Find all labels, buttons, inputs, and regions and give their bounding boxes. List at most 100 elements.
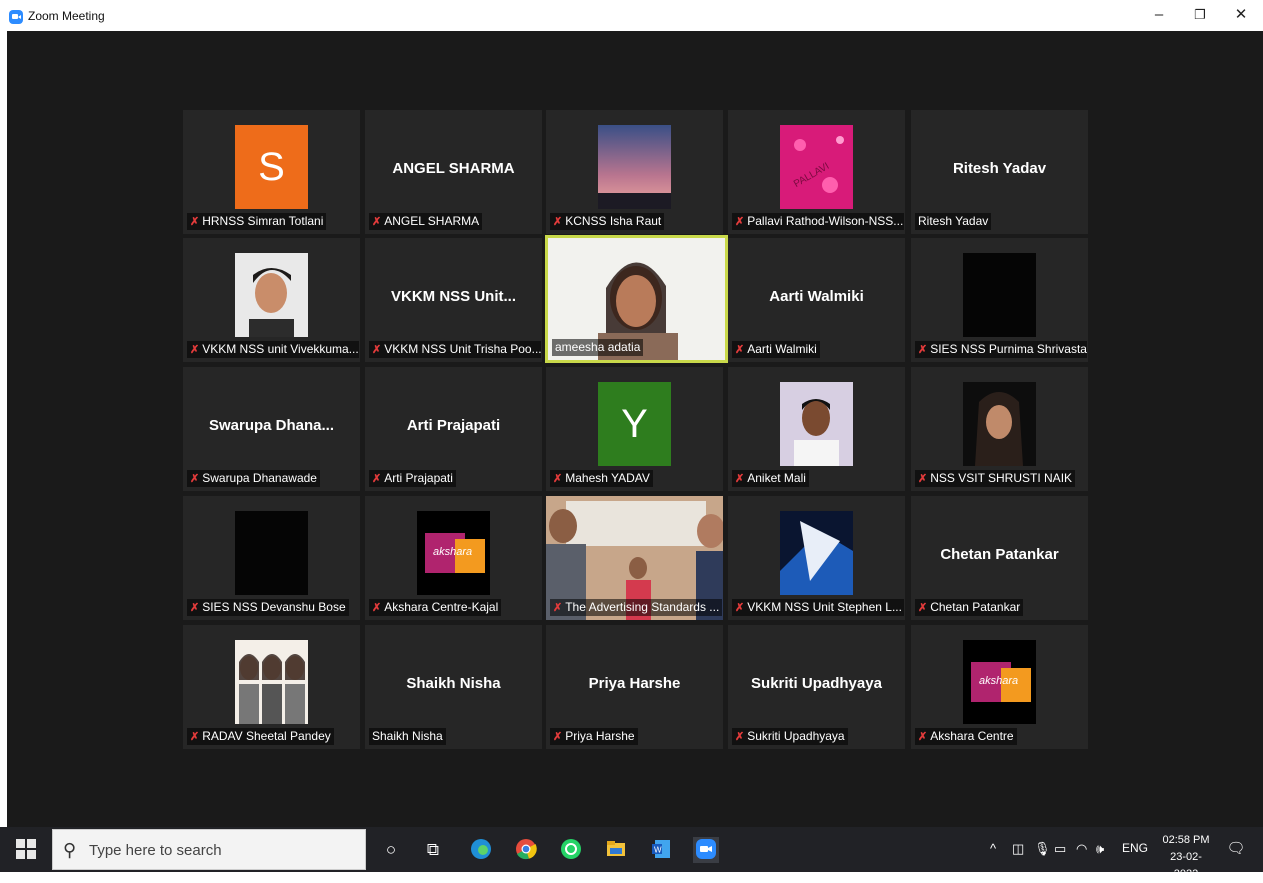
participant-tile[interactable]: ✗ RADAV Sheetal Pandey — [183, 625, 360, 749]
participant-display-name: Shaikh Nisha — [406, 675, 501, 692]
participant-tile[interactable]: ameesha adatia — [545, 235, 728, 363]
participant-tile[interactable]: Swarupa Dhana... ✗ Swarupa Dhanawade — [183, 367, 360, 491]
search-placeholder: Type here to search — [89, 842, 222, 859]
participant-name-text: Akshara Centre-Kajal — [384, 600, 499, 614]
participant-display-name: Sukriti Upadhyaya — [751, 675, 882, 692]
svg-text:W: W — [654, 846, 662, 855]
participant-tile[interactable]: ✗ The Advertising Standards ... — [546, 496, 723, 620]
participant-tile[interactable]: ✗ VKKM NSS unit Vivekkuma... — [183, 238, 360, 362]
participant-name-text: Pallavi Rathod-Wilson-NSS... — [747, 214, 904, 228]
wifi-icon[interactable]: ◠ — [1076, 841, 1087, 857]
muted-mic-icon: ✗ — [190, 473, 200, 485]
participant-tile[interactable]: Sukriti Upadhyaya ✗ Sukriti Upadhyaya — [728, 625, 905, 749]
participant-name-text: VKKM NSS Unit Trisha Poo... — [384, 342, 541, 356]
participant-tile[interactable]: ✗ VKKM NSS Unit Stephen L... — [728, 496, 905, 620]
meet-now-icon[interactable]: ◫ — [1012, 841, 1024, 857]
participant-tile[interactable]: S ✗ HRNSS Simran Totlani — [183, 110, 360, 234]
participant-photo: PALLAVI — [780, 125, 853, 209]
cortana-icon[interactable]: ○ — [378, 837, 404, 863]
muted-mic-icon: ✗ — [190, 216, 200, 228]
participant-name-label: Shaikh Nisha — [369, 728, 446, 745]
participant-tile[interactable]: PALLAVI ✗ Pallavi Rathod-Wilson-NSS... — [728, 110, 905, 234]
tray-chevron-icon[interactable]: ^ — [990, 841, 996, 856]
participant-tile[interactable]: ✗ SIES NSS Devanshu Bose — [183, 496, 360, 620]
participant-name-text: HRNSS Simran Totlani — [202, 214, 324, 228]
taskbar-clock[interactable]: 02:58 PM 23-02-2022 — [1158, 832, 1214, 883]
participant-name-label: ✗ HRNSS Simran Totlani — [187, 213, 327, 230]
restore-button[interactable]: ❐ — [1183, 4, 1217, 26]
participant-name-label: ✗ Akshara Centre — [915, 728, 1017, 745]
whatsapp-icon[interactable] — [558, 837, 584, 863]
taskbar: ⚲ Type here to search ○ ⧉ W ^ ◫ 🎙 ▭ ◠ 🕪 … — [0, 827, 1263, 880]
participant-name-label: ✗ VKKM NSS Unit Stephen L... — [732, 599, 904, 616]
notification-icon[interactable]: 🗨 — [1226, 839, 1246, 859]
participant-tile[interactable]: akshara ✗ Akshara Centre-Kajal — [365, 496, 542, 620]
chrome-icon[interactable] — [513, 837, 539, 863]
muted-mic-icon: ✗ — [553, 602, 563, 614]
windows-start-icon[interactable] — [16, 839, 38, 861]
participant-tile[interactable]: Priya Harshe ✗ Priya Harshe — [546, 625, 723, 749]
participant-tile[interactable]: Aarti Walmiki ✗ Aarti Walmiki — [728, 238, 905, 362]
participant-name-label: ✗ Aarti Walmiki — [732, 341, 820, 358]
participant-name-text: Ritesh Yadav — [918, 214, 989, 228]
participant-tile[interactable]: Y ✗ Mahesh YADAV — [546, 367, 723, 491]
participant-tile[interactable]: ✗ KCNSS Isha Raut — [546, 110, 723, 234]
participant-name-label: ✗ Aniket Mali — [732, 470, 809, 487]
language-indicator[interactable]: ENG — [1122, 841, 1148, 855]
muted-mic-icon: ✗ — [553, 731, 563, 743]
participant-tile[interactable]: ✗ NSS VSIT SHRUSTI NAIK — [911, 367, 1088, 491]
participant-name-text: KCNSS Isha Raut — [565, 214, 662, 228]
clock-time: 02:58 PM — [1162, 834, 1210, 846]
participant-tile[interactable]: Ritesh Yadav Ritesh Yadav — [911, 110, 1088, 234]
gallery-view: S ✗ HRNSS Simran Totlani ANGEL SHARMA ✗ ANGEL… — [7, 31, 1263, 827]
participant-name-label: ameesha adatia — [552, 339, 644, 356]
muted-mic-icon: ✗ — [918, 344, 928, 356]
participant-tile[interactable]: ✗ Aniket Mali — [728, 367, 905, 491]
muted-mic-icon: ✗ — [553, 216, 563, 228]
participant-name-text: Aarti Walmiki — [747, 342, 817, 356]
muted-mic-icon: ✗ — [190, 731, 200, 743]
participant-name-label: ✗ SIES NSS Purnima Shrivastav — [915, 341, 1087, 358]
participant-tile[interactable]: ANGEL SHARMA ✗ ANGEL SHARMA — [365, 110, 542, 234]
participant-tile[interactable]: ✗ SIES NSS Purnima Shrivastav — [911, 238, 1088, 362]
participant-display-name: Priya Harshe — [588, 675, 681, 692]
svg-text:akshara: akshara — [433, 546, 472, 558]
task-view-icon[interactable]: ⧉ — [420, 837, 446, 863]
participant-tile[interactable]: Shaikh Nisha Shaikh Nisha — [365, 625, 542, 749]
participant-photo — [598, 125, 671, 209]
participant-name-label: ✗ Mahesh YADAV — [550, 470, 653, 487]
participant-name-label: ✗ The Advertising Standards ... — [550, 599, 722, 616]
search-icon: ⚲ — [63, 840, 77, 860]
participant-name-text: VKKM NSS unit Vivekkuma... — [202, 342, 359, 356]
participant-name-label: ✗ VKKM NSS Unit Trisha Poo... — [369, 341, 541, 358]
participant-name-text: ameesha adatia — [555, 340, 641, 354]
participant-photo — [963, 382, 1036, 466]
muted-mic-icon: ✗ — [372, 602, 382, 614]
participant-tile[interactable]: VKKM NSS Unit... ✗ VKKM NSS Unit Trisha Po… — [365, 238, 542, 362]
microphone-icon[interactable]: 🎙 — [1034, 841, 1051, 857]
volume-icon[interactable]: 🕪 — [1096, 841, 1104, 857]
participant-tile[interactable]: akshara ✗ Akshara Centre — [911, 625, 1088, 749]
participant-tile[interactable]: Arti Prajapati ✗ Arti Prajapati — [365, 367, 542, 491]
edge-icon[interactable] — [468, 837, 494, 863]
close-button[interactable]: ✕ — [1224, 4, 1258, 26]
participant-photo — [780, 382, 853, 466]
muted-mic-icon: ✗ — [372, 216, 382, 228]
participant-name-text: RADAV Sheetal Pandey — [202, 729, 331, 743]
minimize-button[interactable]: – — [1142, 4, 1176, 26]
muted-mic-icon: ✗ — [735, 216, 745, 228]
file-explorer-icon[interactable] — [603, 837, 629, 863]
word-icon[interactable]: W — [648, 837, 674, 863]
participant-name-label: ✗ Akshara Centre-Kajal — [369, 599, 502, 616]
participant-name-label: ✗ Swarupa Dhanawade — [187, 470, 320, 487]
battery-icon[interactable]: ▭ — [1054, 841, 1066, 857]
participant-name-label: Ritesh Yadav — [915, 213, 992, 230]
participant-name-label: ✗ SIES NSS Devanshu Bose — [187, 599, 349, 616]
muted-mic-icon: ✗ — [918, 731, 928, 743]
zoom-taskbar-icon[interactable] — [693, 837, 719, 863]
participant-tile[interactable]: Chetan Patankar ✗ Chetan Patankar — [911, 496, 1088, 620]
participant-photo — [235, 640, 308, 724]
taskbar-search-box[interactable]: ⚲ Type here to search — [52, 829, 366, 870]
participant-name-label: ✗ NSS VSIT SHRUSTI NAIK — [915, 470, 1076, 487]
participant-display-name: Chetan Patankar — [940, 546, 1059, 563]
